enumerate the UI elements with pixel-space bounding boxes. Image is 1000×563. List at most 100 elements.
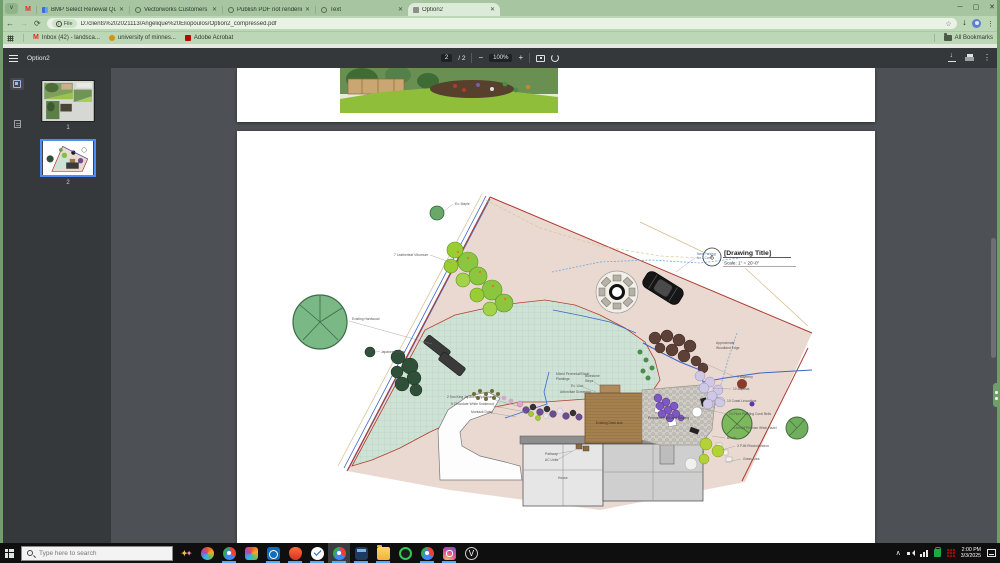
taskbar-app-outlook-icon[interactable] [262, 543, 284, 563]
zoom-level-input[interactable]: 100% [489, 54, 512, 62]
volume-icon[interactable] [907, 550, 914, 557]
start-button[interactable] [0, 543, 18, 563]
bookmark-acrobat[interactable]: Adobe Acrobat [185, 35, 233, 41]
file-explorer-icon [377, 547, 390, 560]
plan-label: 10 Baptisia [733, 387, 749, 391]
page-total: / 2 [458, 55, 465, 62]
reload-icon[interactable]: ⟳ [34, 17, 41, 30]
hidden-icons-chevron[interactable]: ∧ [896, 549, 901, 557]
grid-app-tray-icon[interactable] [947, 549, 955, 557]
side-panel-handle[interactable] [993, 383, 1000, 407]
scrollbar-thumb[interactable] [991, 238, 996, 358]
plan-label: House [558, 476, 568, 480]
pinned-tab-gmail[interactable]: M [20, 3, 36, 16]
taskbar-app-chrome-beta-icon[interactable] [416, 543, 438, 563]
taskbar-app-file-explorer-icon[interactable] [372, 543, 394, 563]
tab-vectorworks-customers[interactable]: Vectorworks Customers ✕ [130, 3, 222, 16]
close-icon[interactable]: ✕ [305, 6, 310, 13]
tab-publish-pdf[interactable]: Publish PDF not rendering in p... ✕ [223, 3, 315, 16]
minimize-button[interactable]: ─ [952, 0, 968, 16]
divider [934, 34, 935, 42]
plan-label: Ex. Lilac [571, 384, 584, 388]
menu-dots-icon[interactable]: ⋮ [987, 20, 994, 28]
taskbar-app-media-player-icon[interactable] [240, 543, 262, 563]
taskbar-clock[interactable]: 2:00 PM 3/3/2025 [961, 547, 981, 559]
action-center-icon[interactable] [987, 549, 996, 557]
pdf-print-icon[interactable] [965, 54, 974, 62]
tab-strip: v M BMP Select Renewal Question... ✕ Vec… [0, 0, 1000, 16]
zoom-in-button[interactable]: + [518, 53, 523, 63]
taskbar-app-chrome-pdf-icon[interactable] [328, 543, 350, 563]
taskbar-app-photos-icon[interactable] [196, 543, 218, 563]
search-input[interactable] [37, 549, 167, 558]
outlook-icon [267, 547, 280, 560]
taskbar-app-todo-icon[interactable] [306, 543, 328, 563]
tab-label: Publish PDF not rendering in p... [237, 7, 302, 13]
tab-text[interactable]: Text ✕ [316, 3, 408, 16]
profile-avatar[interactable] [972, 19, 981, 28]
close-icon[interactable]: ✕ [490, 6, 495, 13]
deck [585, 385, 642, 443]
taskbar-app-chrome-icon[interactable] [218, 543, 240, 563]
file-scheme-chip[interactable]: i File [52, 19, 77, 28]
browser-window: v M BMP Select Renewal Question... ✕ Vec… [0, 0, 1000, 563]
plan-label: Proposed Patio and Seating [648, 416, 689, 420]
download-icon[interactable]: ⭣ [963, 20, 966, 28]
tab-search-button[interactable]: v [5, 3, 18, 14]
plan-label: 4 Arnold Promise Witch Hazel [733, 426, 777, 430]
taskbar-search[interactable] [21, 546, 173, 561]
bookmark-inbox[interactable]: M Inbox (42) - landsca... [33, 35, 100, 41]
chrome-pdf-icon [333, 547, 346, 560]
bookmark-university[interactable]: university of minnes... [109, 35, 176, 41]
chrome-icon [223, 547, 236, 560]
taskbar-app-calculator-icon[interactable] [350, 543, 372, 563]
address-bar[interactable]: i File D:/clients%202021113/Angelique%20… [47, 18, 957, 29]
close-icon[interactable]: ✕ [119, 6, 124, 13]
page-1-thumbnail[interactable] [41, 80, 95, 122]
plan-label: Pathway [545, 452, 558, 456]
content-top-strip [0, 44, 1000, 48]
back-icon[interactable]: ← [6, 17, 14, 30]
plan-label: 24 Plum Pudding Coral Bells [729, 412, 771, 416]
pdf-menu-icon[interactable] [9, 55, 18, 62]
tab-label: Option2 [422, 7, 487, 13]
alarms-icon [399, 547, 412, 560]
copilot-sparkle-icon[interactable]: ✦✦ [181, 549, 190, 558]
pdf-download-icon[interactable] [948, 54, 956, 62]
forward-icon[interactable]: → [20, 17, 28, 30]
maximize-button[interactable]: ▢ [968, 0, 984, 16]
all-bookmarks-button[interactable]: All Bookmarks [944, 35, 993, 41]
bookmark-star-icon[interactable]: ☆ [945, 20, 951, 28]
svg-text:[Drawing Title]: [Drawing Title] [724, 250, 771, 257]
taskbar-app-vectorworks-icon[interactable] [460, 543, 482, 563]
close-icon[interactable]: ✕ [398, 6, 403, 13]
outline-view-button[interactable] [10, 118, 24, 130]
vpn-lock-icon[interactable] [934, 549, 941, 557]
tab-option2-active[interactable]: Option2 ✕ [408, 3, 500, 16]
fit-page-button[interactable] [536, 55, 545, 62]
taskbar-app-icons [196, 543, 482, 563]
network-icon[interactable] [920, 550, 928, 557]
plan-label: Bluestone [585, 374, 600, 378]
thumbnails-view-button[interactable] [10, 78, 24, 90]
chip-label: File [64, 21, 73, 27]
taskbar-app-alarms-icon[interactable] [394, 543, 416, 563]
browser-toolbar: ← → ⟳ i File D:/clients%202021113/Angeli… [0, 16, 1000, 31]
rotate-button[interactable] [551, 54, 559, 62]
tab-bmp-renewal[interactable]: BMP Select Renewal Question... ✕ [37, 3, 129, 16]
site-plan: 6 [Drawing Title] Scale: 1" = 20'-0" Ex.… [237, 131, 875, 543]
close-icon[interactable]: ✕ [212, 6, 217, 13]
pdf-viewer-canvas[interactable]: 6 [Drawing Title] Scale: 1" = 20'-0" Ex.… [111, 68, 997, 543]
zoom-out-button[interactable]: − [478, 53, 483, 63]
viewer-scrollbar[interactable] [991, 68, 996, 543]
pdf-more-icon[interactable]: ⋮ [983, 53, 991, 63]
bookmarks-bar: M Inbox (42) - landsca... university of … [0, 31, 1000, 44]
photos-icon [201, 547, 214, 560]
taskbar-app-brave-icon[interactable] [284, 543, 306, 563]
pdf-toolbar: Option2 2 / 2 − 100% + ⋮ [0, 48, 1000, 68]
page-number-input[interactable]: 2 [441, 54, 452, 62]
taskbar-app-instagram-icon[interactable] [438, 543, 460, 563]
apps-grid-icon[interactable] [7, 35, 14, 42]
page-2-thumbnail-selected[interactable] [40, 139, 96, 177]
todo-icon [311, 547, 324, 560]
